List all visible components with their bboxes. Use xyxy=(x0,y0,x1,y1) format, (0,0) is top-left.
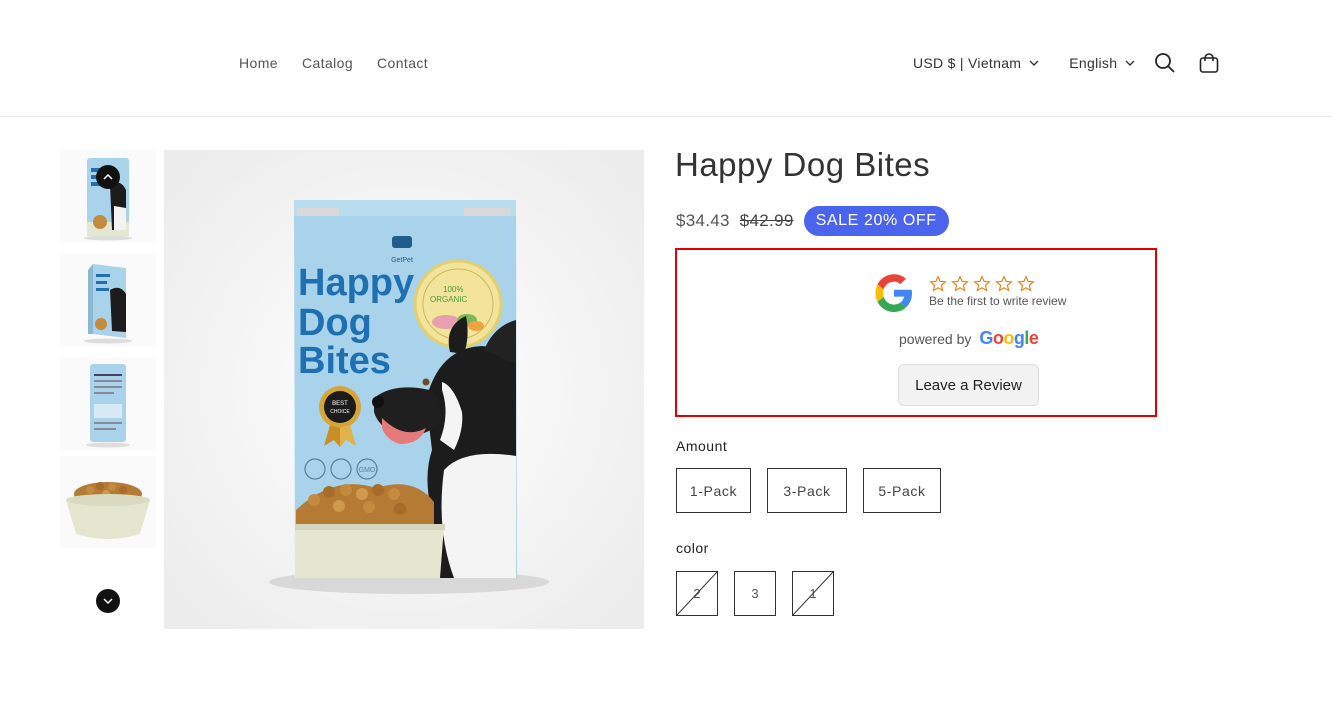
compare-at-price: $42.99 xyxy=(739,211,794,230)
amount-option-1-pack[interactable]: 1-Pack xyxy=(676,468,751,513)
gmo-icon-text: GMO xyxy=(359,467,376,474)
review-empty-text: Be the first to write review xyxy=(929,294,1067,308)
chevron-down-icon xyxy=(103,598,113,605)
product-title: Happy Dog Bites xyxy=(675,146,931,183)
color-option-label: 3 xyxy=(751,586,759,601)
google-wordmark-logo: Google xyxy=(979,328,1039,348)
language-label: English xyxy=(1069,55,1118,71)
color-label: color xyxy=(676,540,709,556)
nav-contact-link[interactable]: Contact xyxy=(377,55,428,71)
review-text-group: Be the first to write review xyxy=(929,270,1066,308)
language-selector[interactable]: English xyxy=(1069,55,1135,71)
bag-thumbnail-image xyxy=(60,150,156,242)
chevron-up-icon xyxy=(103,173,113,180)
badge-text-1: BEST xyxy=(332,401,348,407)
chevron-down-icon xyxy=(1125,60,1135,66)
seal-text-2: ORGANIC xyxy=(430,295,468,304)
header-actions: USD $ | Vietnam English xyxy=(913,47,1225,79)
color-option-3[interactable]: 3 xyxy=(734,571,776,616)
rating-stars xyxy=(929,275,1066,293)
star-outline-icon xyxy=(951,275,969,292)
bag-angle-thumbnail-image xyxy=(60,254,156,346)
search-icon xyxy=(1155,53,1175,73)
star-outline-icon xyxy=(929,275,947,292)
main-product-image[interactable]: GetPet Happy Dog Bites 100% ORGANIC BEST… xyxy=(164,150,644,629)
cart-button[interactable] xyxy=(1193,47,1225,79)
thumbnail-angle[interactable] xyxy=(60,254,156,346)
badge-text-2: CHOICE xyxy=(330,409,350,415)
sale-price: $34.43 xyxy=(676,211,730,230)
currency-label: USD $ | Vietnam xyxy=(913,55,1022,71)
google-g-logo-icon xyxy=(875,274,912,312)
food-bowl-thumbnail-image xyxy=(60,456,156,548)
nav-home-link[interactable]: Home xyxy=(239,55,278,71)
thumbnail-bowl[interactable] xyxy=(60,456,156,548)
thumbnail-front[interactable] xyxy=(60,150,156,242)
cart-icon xyxy=(1199,53,1219,73)
nav-catalog-link[interactable]: Catalog xyxy=(302,55,353,71)
strikethrough-icon xyxy=(793,572,833,615)
amount-option-3-pack[interactable]: 3-Pack xyxy=(767,468,847,513)
price-row: $34.43 $42.99 SALE 20% OFF xyxy=(676,206,949,236)
review-summary: Be the first to write review xyxy=(871,270,1066,316)
seal-text-1: 100% xyxy=(443,285,463,294)
star-outline-icon xyxy=(973,275,991,292)
bag-title-line2: Dog xyxy=(298,302,372,344)
sale-badge: SALE 20% OFF xyxy=(803,206,949,236)
main-nav: Home Catalog Contact xyxy=(239,55,428,71)
thumbnail-prev-button[interactable] xyxy=(96,165,120,189)
currency-selector[interactable]: USD $ | Vietnam xyxy=(913,55,1039,71)
powered-by-google: powered by Google xyxy=(899,328,1039,349)
bag-back-thumbnail-image xyxy=(60,358,156,450)
color-option-2-unavailable[interactable]: 2 xyxy=(676,571,718,616)
bag-title-line1: Happy xyxy=(298,262,414,304)
color-option-1-unavailable[interactable]: 1 xyxy=(792,571,834,616)
site-header: Home Catalog Contact USD $ | Vietnam Eng… xyxy=(0,0,1332,117)
search-button[interactable] xyxy=(1149,47,1181,79)
strikethrough-icon xyxy=(677,572,717,615)
amount-option-5-pack[interactable]: 5-Pack xyxy=(863,468,941,513)
dog-food-bag-image: GetPet Happy Dog Bites 100% ORGANIC BEST… xyxy=(164,150,644,629)
chevron-down-icon xyxy=(1029,60,1039,66)
star-outline-icon xyxy=(995,275,1013,292)
bag-title-line3: Bites xyxy=(298,340,391,382)
leave-review-button[interactable]: Leave a Review xyxy=(898,364,1039,406)
amount-label: Amount xyxy=(676,438,728,454)
google-review-widget: Be the first to write review powered by … xyxy=(675,248,1157,417)
star-outline-icon xyxy=(1017,275,1035,292)
thumbnail-back[interactable] xyxy=(60,358,156,450)
thumbnail-next-button[interactable] xyxy=(96,589,120,613)
powered-by-label: powered by xyxy=(899,330,972,347)
